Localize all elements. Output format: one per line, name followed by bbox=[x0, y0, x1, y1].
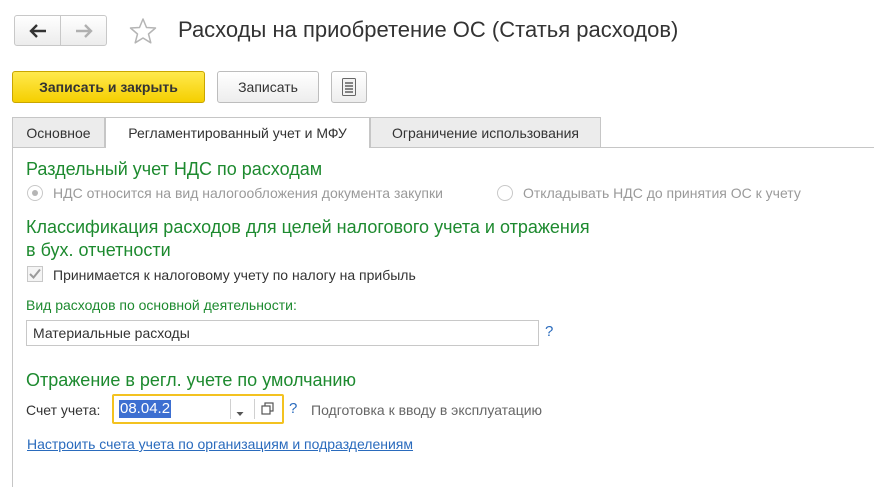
field-separator bbox=[230, 399, 231, 419]
radio-selected-dot bbox=[32, 190, 38, 196]
expense-type-label: Вид расходов по основной деятельности: bbox=[26, 297, 297, 313]
setup-accounts-link[interactable]: Настроить счета учета по организациям и … bbox=[27, 436, 413, 452]
tax-accounting-checkbox[interactable] bbox=[27, 266, 43, 282]
back-button[interactable] bbox=[15, 16, 60, 45]
forward-button[interactable] bbox=[60, 16, 106, 45]
vat-section-heading: Раздельный учет НДС по расходам bbox=[26, 159, 323, 179]
dropdown-button[interactable] bbox=[235, 405, 245, 421]
arrow-right-icon bbox=[75, 23, 93, 38]
content-border bbox=[12, 147, 13, 487]
account-help-icon[interactable]: ? bbox=[289, 400, 297, 417]
menu-list-icon bbox=[342, 78, 356, 96]
chevron-down-icon bbox=[236, 412, 244, 416]
account-field[interactable]: 08.04.2 bbox=[112, 394, 284, 424]
open-window-icon bbox=[261, 402, 274, 415]
page-title: Расходы на приобретение ОС (Статья расхо… bbox=[178, 17, 679, 42]
tab-usage-restriction[interactable]: Ограничение использования bbox=[370, 117, 601, 147]
tax-accounting-label: Принимается к налоговому учету по налогу… bbox=[53, 267, 416, 283]
vat-option2-radio[interactable] bbox=[497, 185, 513, 201]
classification-heading-line1: Классификация расходов для целей налогов… bbox=[26, 217, 590, 237]
favorite-star-icon[interactable] bbox=[129, 17, 157, 45]
arrow-left-icon bbox=[28, 23, 46, 38]
checkmark-icon bbox=[29, 268, 41, 279]
classification-heading-line2: в бух. отчетности bbox=[26, 240, 171, 260]
expense-type-help-icon[interactable]: ? bbox=[545, 323, 553, 340]
expense-type-input[interactable]: Материальные расходы bbox=[26, 320, 539, 346]
vat-option1-radio[interactable] bbox=[27, 185, 43, 201]
account-description: Подготовка к вводу в эксплуатацию bbox=[311, 402, 543, 418]
tab-main[interactable]: Основное bbox=[12, 117, 105, 147]
more-menu-button[interactable] bbox=[331, 71, 367, 103]
reflection-heading: Отражение в регл. учете по умолчанию bbox=[26, 370, 356, 390]
account-label: Счет учета: bbox=[26, 402, 101, 418]
tab-regulated-accounting[interactable]: Регламентированный учет и МФУ bbox=[105, 117, 370, 148]
open-button[interactable] bbox=[261, 402, 274, 418]
vat-option2-label: Откладывать НДС до принятия ОС к учету bbox=[523, 185, 801, 201]
account-value[interactable]: 08.04.2 bbox=[119, 400, 172, 418]
save-button[interactable]: Записать bbox=[217, 71, 319, 103]
vat-option1-label: НДС относится на вид налогообложения док… bbox=[53, 185, 443, 201]
field-separator-2 bbox=[254, 399, 255, 419]
save-and-close-button[interactable]: Записать и закрыть bbox=[12, 71, 205, 103]
nav-group bbox=[14, 15, 107, 46]
